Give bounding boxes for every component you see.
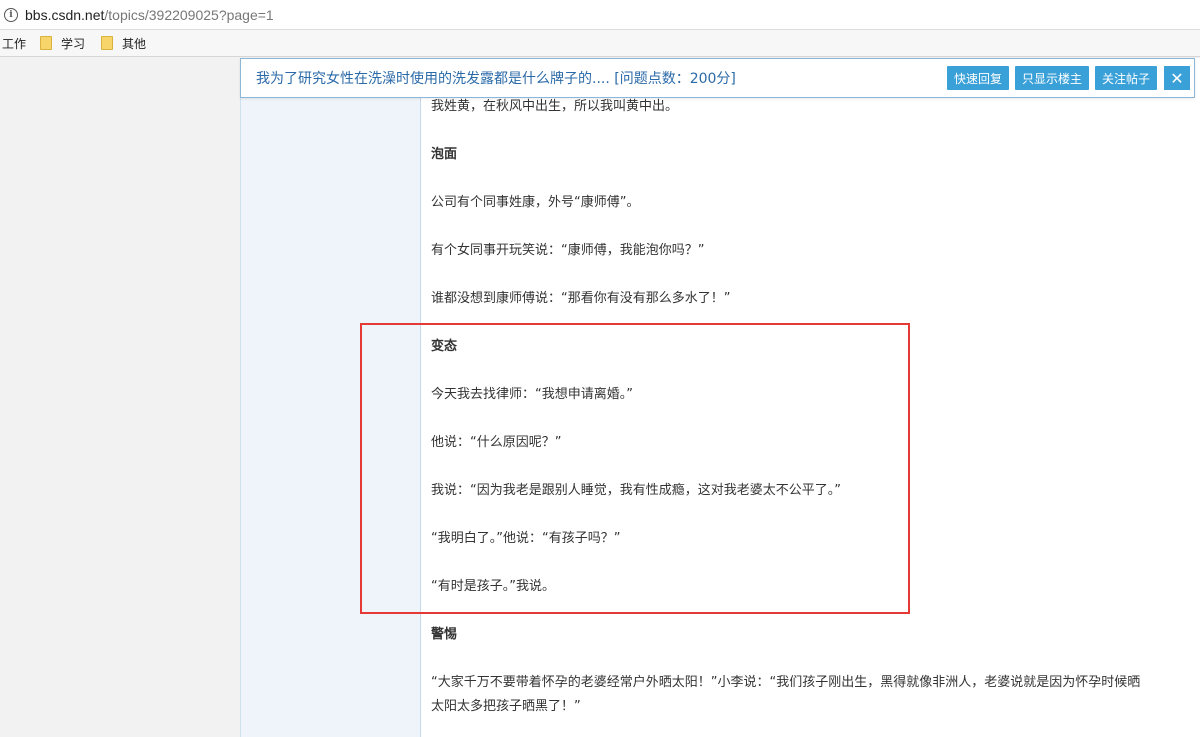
content-line: 公司有个同事姓康，外号“康师傅”。 <box>431 195 640 210</box>
bookmark-label: 工作 <box>2 36 27 51</box>
post-author-column <box>241 58 421 737</box>
bookmarks-bar: 工作 学习 其他 <box>0 30 1200 57</box>
follow-topic-button[interactable]: 关注帖子 <box>1094 66 1157 90</box>
section-heading: 泡面 <box>431 147 458 162</box>
address-bar[interactable]: i bbs.csdn.net/topics/392209025?page=1 <box>0 0 1200 30</box>
section-heading: 变态 <box>431 339 458 354</box>
bookmark-work[interactable]: 工作 <box>2 35 26 52</box>
content-line: 今天我去找律师：“我想申请离婚。” <box>431 387 633 402</box>
bookmark-study[interactable]: 学习 <box>40 35 85 52</box>
topic-title-bar: 我为了研究女性在洗澡时使用的洗发露都是什么牌子的.... [问题点数：200分]… <box>240 58 1195 98</box>
content-line: 他说：“什么原因呢？” <box>431 435 562 450</box>
bookmark-label: 其他 <box>122 36 147 51</box>
post-container: 我姓黄，在秋风中出生，所以我叫黄中出。 泡面 公司有个同事姓康，外号“康师傅”。… <box>240 58 1200 737</box>
quick-reply-button[interactable]: 快速回复 <box>946 66 1009 90</box>
page-body: 我姓黄，在秋风中出生，所以我叫黄中出。 泡面 公司有个同事姓康，外号“康师傅”。… <box>0 58 1200 737</box>
close-icon[interactable]: ✕ <box>1164 66 1190 90</box>
content-line: 谁都没想到康师傅说：“那看你有没有那么多水了！” <box>431 291 731 306</box>
bookmark-label: 学习 <box>61 36 86 51</box>
content-line: 太阳太多把孩子晒黑了！” <box>431 699 581 714</box>
section-heading: 警惕 <box>431 627 458 642</box>
content-line: 有个女同事开玩笑说：“康师傅，我能泡你吗？” <box>431 243 705 258</box>
url-text[interactable]: bbs.csdn.net/topics/392209025?page=1 <box>25 7 274 23</box>
content-line: “大家千万不要带着怀孕的老婆经常户外晒太阳！”小李说：“我们孩子刚出生，黑得就像… <box>431 675 1141 690</box>
folder-icon <box>40 36 53 50</box>
info-icon[interactable]: i <box>4 7 18 22</box>
folder-icon <box>101 36 114 50</box>
url-host: bbs.csdn.net <box>25 6 105 23</box>
show-op-only-button[interactable]: 只显示楼主 <box>1014 66 1089 90</box>
content-line: 我说：“因为我老是跟别人睡觉，我有性成瘾，这对我老婆太不公平了。” <box>431 483 841 498</box>
topic-title[interactable]: 我为了研究女性在洗澡时使用的洗发露都是什么牌子的.... [问题点数：200分] <box>256 68 941 88</box>
content-line: “有时是孩子。”我说。 <box>431 579 555 594</box>
bookmark-other[interactable]: 其他 <box>101 35 146 52</box>
content-line: “我明白了。”他说：“有孩子吗？” <box>431 531 621 546</box>
content-line: 我姓黄，在秋风中出生，所以我叫黄中出。 <box>431 99 679 114</box>
url-path: /topics/392209025?page=1 <box>104 6 274 23</box>
